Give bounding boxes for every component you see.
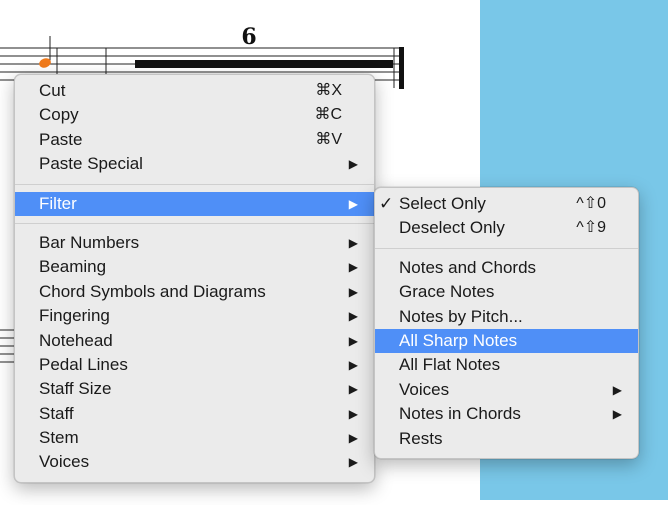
- menu-item-label: Paste Special: [39, 154, 143, 174]
- submenu-arrow-icon: ▶: [348, 406, 358, 421]
- menu-item-label: Rests: [399, 428, 443, 448]
- context-menu: Cut ⌘X Copy ⌘C Paste ⌘V Paste Special ▶ Filter ▶ B…: [14, 74, 375, 483]
- submenu-arrow-icon: ▶: [348, 260, 358, 275]
- submenu-arrow-icon: ▶: [612, 382, 622, 397]
- menu-item-label: Staff Size: [39, 379, 112, 399]
- context-menu-item-stem[interactable]: Stem ▶: [15, 426, 374, 450]
- menu-separator: [375, 247, 638, 249]
- context-menu-item-filter[interactable]: Filter ▶: [15, 191, 374, 216]
- filter-submenu-item-all-sharp-notes[interactable]: All Sharp Notes: [375, 328, 638, 354]
- context-menu-item-paste[interactable]: Paste ⌘V: [15, 128, 374, 152]
- submenu-arrow-icon: ▶: [348, 157, 358, 172]
- filter-submenu-item-rests[interactable]: Rests: [375, 427, 638, 451]
- checkmark-icon: ✓: [379, 194, 394, 213]
- menu-separator: [15, 222, 374, 224]
- context-menu-item-fingering[interactable]: Fingering ▶: [15, 304, 374, 328]
- filter-submenu-item-deselect-only[interactable]: Deselect Only ^⇧9: [375, 216, 638, 240]
- context-menu-item-bar-numbers[interactable]: Bar Numbers ▶: [15, 231, 374, 255]
- filter-submenu-item-all-flat-notes[interactable]: All Flat Notes: [375, 353, 638, 377]
- menu-item-label: Cut: [39, 81, 66, 100]
- menu-item-label: All Sharp Notes: [399, 330, 518, 350]
- context-menu-item-pedal-lines[interactable]: Pedal Lines ▶: [15, 353, 374, 377]
- submenu-arrow-icon: ▶: [612, 407, 622, 422]
- submenu-arrow-icon: ▶: [348, 284, 358, 299]
- menu-item-label: Select Only: [399, 194, 486, 213]
- bar-number: 6: [241, 24, 256, 50]
- menu-item-label: Notes and Chords: [399, 257, 537, 277]
- filter-submenu-item-grace-notes[interactable]: Grace Notes: [375, 280, 638, 304]
- menu-item-label: Staff: [39, 403, 74, 423]
- context-menu-item-voices[interactable]: Voices ▶: [15, 450, 374, 474]
- menu-item-label: Voices: [39, 452, 90, 472]
- menu-item-label: Grace Notes: [399, 282, 495, 302]
- menu-item-label: Deselect Only: [399, 218, 505, 238]
- context-menu-item-copy[interactable]: Copy ⌘C: [15, 103, 374, 127]
- shortcut-label: ⌘X: [315, 82, 342, 99]
- menu-item-label: Pedal Lines: [39, 354, 128, 374]
- menu-item-label: Paste: [39, 129, 83, 149]
- shortcut-label: ^⇧9: [576, 219, 606, 237]
- filter-submenu-item-notes-in-chords[interactable]: Notes in Chords ▶: [375, 402, 638, 426]
- filter-submenu-item-notes-by-pitch[interactable]: Notes by Pitch...: [375, 305, 638, 329]
- submenu-arrow-icon: ▶: [348, 235, 358, 250]
- menu-item-label: Chord Symbols and Diagrams: [39, 281, 266, 301]
- filter-submenu-item-voices[interactable]: Voices ▶: [375, 378, 638, 402]
- submenu-arrow-icon: ▶: [348, 431, 358, 446]
- menu-item-label: Bar Numbers: [39, 232, 140, 252]
- menu-separator: [15, 183, 374, 185]
- menu-item-label: Notehead: [39, 330, 113, 350]
- context-menu-item-cut[interactable]: Cut ⌘X: [15, 79, 374, 103]
- menu-item-label: Notes in Chords: [399, 404, 521, 424]
- menu-item-label: All Flat Notes: [399, 355, 501, 375]
- submenu-arrow-icon: ▶: [348, 333, 358, 348]
- menu-item-label: Filter: [39, 193, 77, 213]
- menu-item-label: Voices: [399, 379, 450, 399]
- submenu-arrow-icon: ▶: [348, 455, 358, 470]
- shortcut-label: ⌘C: [314, 106, 342, 124]
- filter-submenu-item-select-only[interactable]: ✓ Select Only ^⇧0: [375, 192, 638, 216]
- submenu-arrow-icon: ▶: [348, 196, 358, 211]
- context-menu-item-notehead[interactable]: Notehead ▶: [15, 329, 374, 353]
- submenu-arrow-icon: ▶: [348, 309, 358, 324]
- menu-item-label: Fingering: [39, 306, 110, 326]
- submenu-arrow-icon: ▶: [348, 382, 358, 397]
- menu-item-label: Beaming: [39, 257, 107, 277]
- filter-submenu: ✓ Select Only ^⇧0 Deselect Only ^⇧9 Notes and…: [374, 187, 639, 459]
- context-menu-item-staff[interactable]: Staff ▶: [15, 402, 374, 426]
- context-menu-item-staff-size[interactable]: Staff Size ▶: [15, 377, 374, 401]
- menu-item-label: Notes by Pitch...: [399, 306, 523, 326]
- context-menu-item-chord-symbols-and-diagrams[interactable]: Chord Symbols and Diagrams ▶: [15, 280, 374, 304]
- menu-item-label: Stem: [39, 428, 79, 448]
- filter-submenu-item-notes-and-chords[interactable]: Notes and Chords: [375, 256, 638, 280]
- context-menu-item-beaming[interactable]: Beaming ▶: [15, 255, 374, 279]
- menu-item-label: Copy: [39, 105, 79, 125]
- shortcut-label: ^⇧0: [576, 195, 606, 212]
- submenu-arrow-icon: ▶: [348, 357, 358, 372]
- shortcut-label: ⌘V: [315, 130, 342, 148]
- context-menu-item-paste-special[interactable]: Paste Special ▶: [15, 152, 374, 176]
